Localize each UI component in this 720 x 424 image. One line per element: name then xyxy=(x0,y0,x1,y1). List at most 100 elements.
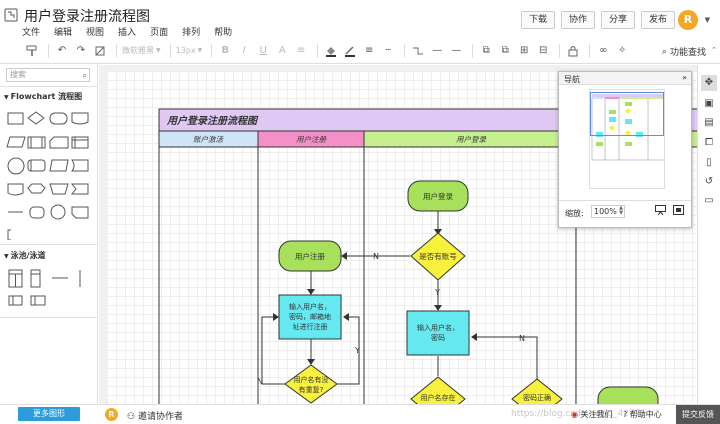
fit-screen-icon[interactable] xyxy=(671,205,685,218)
node-register-input-line2: 密码，邮箱地 xyxy=(289,312,331,321)
chevron-down-icon[interactable]: ▼ xyxy=(705,16,710,24)
collaborate-button[interactable]: 协作 xyxy=(560,11,595,29)
node-login-input xyxy=(406,310,470,356)
line-end-icon[interactable]: — xyxy=(448,43,464,59)
collapse-panel-icon[interactable]: » xyxy=(682,73,687,82)
menu-view[interactable]: 视图 xyxy=(86,25,104,38)
node-register-input-line3: 址进行注册 xyxy=(293,322,328,331)
lane-label-register: 用户注册 xyxy=(296,135,327,144)
more-shapes-bar: 更多图形 xyxy=(0,404,98,424)
menu-arrange[interactable]: 排列 xyxy=(182,25,200,38)
link-icon[interactable]: ∞ xyxy=(595,43,611,59)
shape-search-input[interactable]: 搜索 ⌕ xyxy=(6,68,90,82)
publish-button[interactable]: 发布 xyxy=(640,11,675,29)
search-icon: ⌕ xyxy=(82,71,87,80)
zoom-row: 缩放: 100% ▲ ▼ xyxy=(559,200,691,222)
edge-label-n: N xyxy=(519,334,525,343)
group-icon[interactable]: ⊟ xyxy=(535,43,551,59)
clear-format-icon[interactable] xyxy=(92,43,108,59)
node-login-input-line2: 密码 xyxy=(431,333,445,342)
follow-us-link[interactable]: ◉ 关注我们 xyxy=(571,409,613,420)
undo-icon[interactable]: ↶ xyxy=(54,43,70,59)
more-shapes-button[interactable]: 更多图形 xyxy=(18,407,80,421)
node-duplicate-check-line1: 用户名有没 xyxy=(294,375,329,384)
history-icon[interactable]: ↺ xyxy=(701,174,717,190)
share-button[interactable]: 分享 xyxy=(600,11,635,29)
top-bar: 用户登录注册流程图 文件 编辑 视图 插入 页面 排列 帮助 下载 协作 分享 … xyxy=(0,0,720,38)
comment-icon[interactable]: ▭ xyxy=(701,193,717,209)
node-bottom-terminator xyxy=(597,386,659,404)
line-width-icon[interactable]: ≡ xyxy=(361,43,377,59)
chevron-down-icon: ▼ xyxy=(156,47,161,54)
section-swimlane[interactable]: ▼ 泳池/泳道 xyxy=(4,250,46,261)
zoom-input[interactable]: 100% ▲ ▼ xyxy=(591,205,625,218)
menu-insert[interactable]: 插入 xyxy=(118,25,136,38)
line-color-icon[interactable] xyxy=(342,43,358,59)
line-style-icon[interactable]: ┄ xyxy=(380,43,396,59)
download-button[interactable]: 下载 xyxy=(520,11,555,29)
node-user-register-label: 用户注册 xyxy=(295,251,325,261)
style-icon[interactable]: ▣ xyxy=(701,96,717,112)
swimlane-shapes[interactable] xyxy=(6,268,92,312)
navigator-title: 导航 xyxy=(564,75,580,84)
navigator-icon[interactable]: ✥ xyxy=(701,75,717,91)
node-username-exists-label: 用户名存在 xyxy=(421,393,456,402)
edge-label-y: Y xyxy=(354,346,360,355)
underline-icon[interactable]: U xyxy=(255,43,271,59)
front-icon[interactable]: ⧉ xyxy=(478,43,494,59)
connector-type-icon[interactable] xyxy=(410,43,426,59)
lane-label-activate: 账户激活 xyxy=(193,135,224,144)
page-icon[interactable]: ▯ xyxy=(701,155,717,171)
invite-collaborator-button[interactable]: ⚇ 邀请协作者 xyxy=(127,409,183,422)
function-search[interactable]: ⌕ 功能查找 xyxy=(661,45,706,59)
help-center-link[interactable]: ? 帮助中心 xyxy=(623,409,662,420)
search-icon: ⌕ xyxy=(661,46,667,57)
format-painter-icon[interactable] xyxy=(24,43,40,59)
menu-help[interactable]: 帮助 xyxy=(214,25,232,38)
menu-page[interactable]: 页面 xyxy=(150,25,168,38)
lock-icon[interactable] xyxy=(565,43,581,59)
node-has-account-label: 是否有账号 xyxy=(419,251,457,261)
align-icon[interactable]: ≡ xyxy=(293,43,309,59)
navigator-header[interactable]: 导航 » xyxy=(559,72,691,85)
collaborator-avatar[interactable]: R xyxy=(105,408,118,421)
feedback-button[interactable]: 提交反馈 xyxy=(676,405,720,424)
node-register-input-line1: 输入用户名， xyxy=(289,302,331,311)
navigator-thumbnail[interactable] xyxy=(589,89,665,189)
shape-library: 搜索 ⌕ ▼ Flowchart 流程图 ▼ 泳池/泳道 xyxy=(0,64,98,404)
edge-label-n: N xyxy=(373,252,379,261)
section-flowchart[interactable]: ▼ Flowchart 流程图 xyxy=(4,91,82,102)
top-actions: 下载 协作 分享 发布 xyxy=(515,11,675,29)
bold-icon[interactable]: B xyxy=(217,43,233,59)
menu-edit[interactable]: 编辑 xyxy=(54,25,72,38)
font-color-icon[interactable]: A xyxy=(274,43,290,59)
menu-file[interactable]: 文件 xyxy=(22,25,40,38)
italic-icon[interactable]: I xyxy=(236,43,252,59)
user-avatar[interactable]: R xyxy=(678,10,698,30)
spinner-icon[interactable]: ▲ ▼ xyxy=(619,206,623,216)
magic-wand-icon[interactable]: ✧ xyxy=(614,43,630,59)
bottom-bar: R ⚇ 邀请协作者 https://blog.csdn.net/q_42771 … xyxy=(99,404,720,424)
flowchart-shapes[interactable] xyxy=(6,108,92,240)
line-start-icon[interactable]: — xyxy=(429,43,445,59)
attach-icon[interactable]: ⧠ xyxy=(701,135,717,151)
node-password-correct-label: 密码正确 xyxy=(523,393,551,402)
redo-icon[interactable]: ↷ xyxy=(73,43,89,59)
menu-bar: 文件 编辑 视图 插入 页面 排列 帮助 xyxy=(22,25,246,38)
align-objects-icon[interactable]: ⊞ xyxy=(516,43,532,59)
chevron-down-icon: ▼ xyxy=(4,253,9,260)
font-size-select[interactable]: 13px ▼ xyxy=(176,46,203,55)
fill-color-icon[interactable] xyxy=(323,43,339,59)
diagram-title: 用户登录注册流程图 xyxy=(166,115,259,127)
collapse-toolbar-icon[interactable]: ⌃ xyxy=(711,46,717,54)
node-login-input-line1: 输入用户名， xyxy=(417,323,459,332)
back-icon[interactable]: ⧉ xyxy=(497,43,513,59)
document-title[interactable]: 用户登录注册流程图 xyxy=(24,6,150,26)
viewport-indicator[interactable] xyxy=(590,92,664,136)
font-family-select[interactable]: 微软雅黑 ▼ xyxy=(122,45,161,56)
app-logo-icon[interactable] xyxy=(4,8,18,22)
data-icon[interactable]: ▤ xyxy=(701,115,717,131)
format-toolbar: ↶ ↷ 微软雅黑 ▼ 13px ▼ B I U A ≡ ≡ ┄ — — ⧉ ⧉ ⊞ … xyxy=(0,38,720,64)
help-icon: ? xyxy=(623,410,628,419)
presentation-icon[interactable] xyxy=(653,205,667,218)
